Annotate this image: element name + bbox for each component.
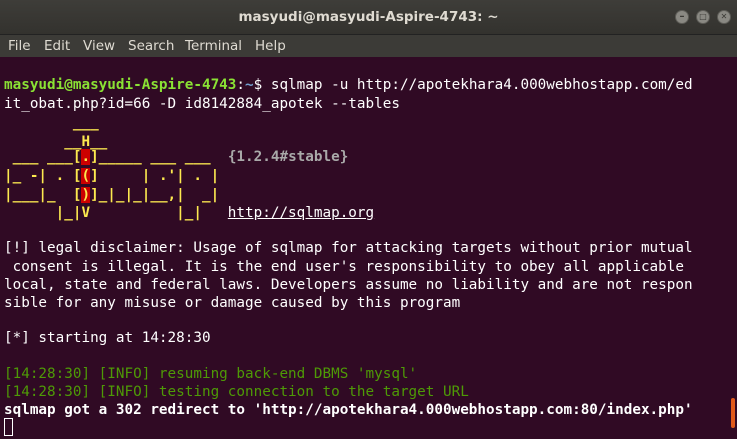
prompt-path: ~ xyxy=(245,77,254,93)
window-title: masyudi@masyudi-Aspire-4743: ~ xyxy=(238,9,499,25)
menu-help[interactable]: Help xyxy=(255,35,286,57)
menu-search[interactable]: Search xyxy=(128,35,174,57)
logo-seg: ___ ___[ xyxy=(4,149,82,165)
logo-line-6: |_|V |_| http://sqlmap.org xyxy=(4,204,374,223)
logo-seg: |_ -| . [ xyxy=(4,168,82,184)
logo-line-3: ___ ___[.]_____ ___ ___ {1.2.4#stable} xyxy=(4,148,348,167)
command-line-2: it_obat.php?id=66 -D id8142884_apotek --… xyxy=(4,96,400,112)
prompt-separator: : xyxy=(236,77,246,93)
close-button[interactable]: ✕ xyxy=(717,10,731,24)
info-line-2: [14:28:30] [INFO] testing connection to … xyxy=(4,384,469,400)
title-bar[interactable]: masyudi@masyudi-Aspire-4743: ~ – □ ✕ xyxy=(0,0,737,35)
logo-seg: ] | .'| . | xyxy=(90,168,220,184)
logo-red-seg: ) xyxy=(81,187,91,203)
maximize-button[interactable]: □ xyxy=(696,10,710,24)
logo-line-1: ___ xyxy=(4,115,99,131)
menu-file[interactable]: File xyxy=(8,35,31,57)
disclaimer-line-1: [!] legal disclaimer: Usage of sqlmap fo… xyxy=(4,240,693,256)
menu-view[interactable]: View xyxy=(83,35,115,57)
menu-bar: File Edit View Search Terminal Help xyxy=(0,35,737,57)
logo-red-seg: . xyxy=(81,149,91,165)
disclaimer-line-4: sible for any misuse or damage caused by… xyxy=(4,295,461,311)
command-line-1: masyudi@masyudi-Aspire-4743:~$ sqlmap -u… xyxy=(4,76,693,95)
text-cursor xyxy=(4,418,13,436)
disclaimer-line-2: consent is illegal. It is the end user's… xyxy=(4,259,684,275)
logo-line-4: |_ -| . [(] | .'| . | xyxy=(4,167,219,186)
minimize-button[interactable]: – xyxy=(675,10,689,24)
version-text: {1.2.4#stable} xyxy=(227,149,349,165)
sqlmap-url-link[interactable]: http://sqlmap.org xyxy=(228,205,374,221)
logo-seg: ]_____ ___ ___ xyxy=(90,149,228,165)
prompt-symbol: $ xyxy=(253,77,271,93)
command-text-1: sqlmap -u http://apotekhara4.000webhosta… xyxy=(270,77,693,93)
logo-seg: |_|V |_| xyxy=(4,205,228,221)
logo-seg: ]_|_|_|__,| _| xyxy=(90,187,220,203)
logo-line-5: |___|_ [)]_|_|_|__,| _| xyxy=(4,186,219,205)
terminal-window: masyudi@masyudi-Aspire-4743: ~ – □ ✕ Fil… xyxy=(0,0,737,439)
redirect-line: sqlmap got a 302 redirect to 'http://apo… xyxy=(4,402,693,418)
menu-terminal[interactable]: Terminal xyxy=(185,35,242,57)
menu-edit[interactable]: Edit xyxy=(44,35,70,57)
logo-red-seg: ( xyxy=(81,168,91,184)
disclaimer-line-3: local, state and federal laws. Developer… xyxy=(4,277,693,293)
scrollbar-thumb[interactable] xyxy=(731,398,735,428)
info-line-1: [14:28:30] [INFO] resuming back-end DBMS… xyxy=(4,366,418,382)
starting-line: [*] starting at 14:28:30 xyxy=(4,330,211,346)
logo-seg: |___|_ [ xyxy=(4,187,82,203)
prompt-user: masyudi@masyudi-Aspire-4743 xyxy=(4,77,237,93)
